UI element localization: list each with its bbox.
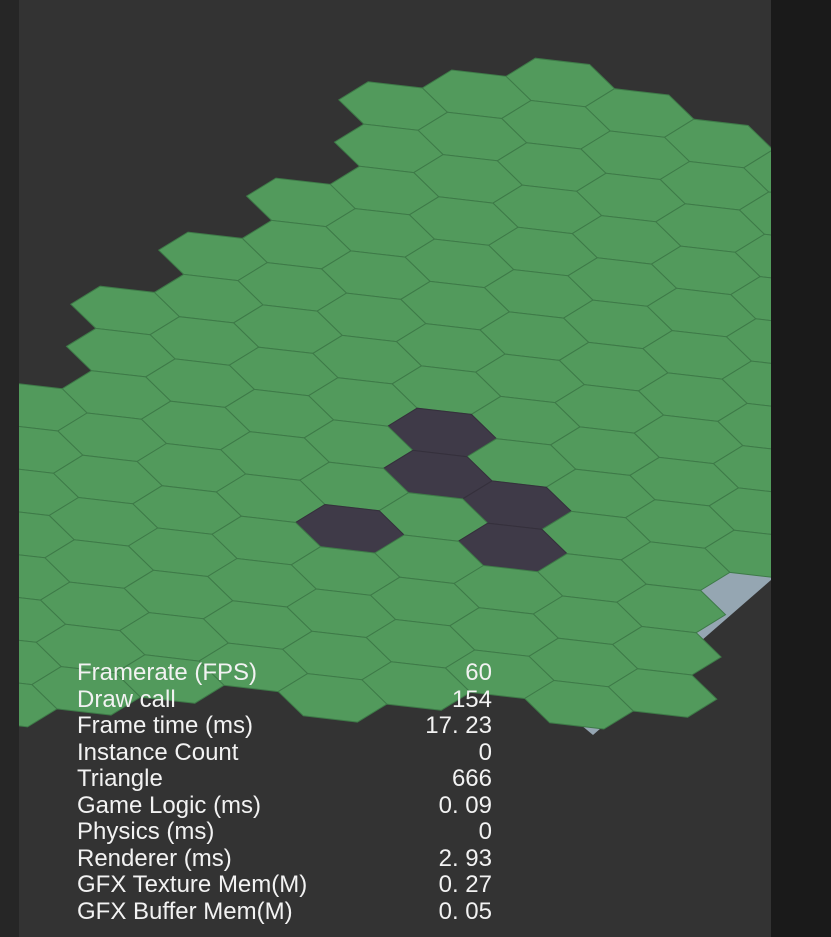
stat-row: Frame time (ms) 17. 23	[77, 712, 492, 740]
stat-row: Framerate (FPS) 60	[77, 659, 492, 687]
stat-row: Triangle 666	[77, 765, 492, 793]
stat-row: Draw call 154	[77, 685, 492, 714]
stat-label: Renderer (ms)	[77, 844, 232, 872]
stat-label: GFX Buffer Mem(M)	[77, 897, 293, 925]
stat-value: 666	[451, 765, 492, 792]
game-viewport[interactable]: Framerate (FPS) 60 Draw call 154 Frame t…	[19, 0, 771, 937]
stat-row: Physics (ms) 0	[77, 818, 492, 846]
stat-value: 17. 23	[425, 712, 492, 739]
stat-label: Triangle	[77, 765, 163, 792]
stat-row: Renderer (ms) 2. 93	[77, 844, 492, 873]
stat-row: GFX Texture Mem(M) 0. 27	[77, 871, 492, 899]
stat-row: Game Logic (ms) 0. 09	[77, 791, 492, 820]
stat-value: 2. 93	[438, 844, 492, 872]
debug-stats-panel: Framerate (FPS) 60 Draw call 154 Frame t…	[77, 659, 492, 926]
stat-label: Game Logic (ms)	[77, 791, 262, 819]
left-panel-edge	[0, 0, 19, 937]
stat-label: Draw call	[77, 685, 176, 713]
stat-row: Instance Count 0	[77, 738, 492, 767]
stat-label: Physics (ms)	[77, 818, 215, 845]
stat-value: 60	[465, 659, 492, 686]
right-panel-edge	[771, 0, 831, 937]
stat-value: 154	[451, 685, 492, 713]
stat-value: 0. 27	[438, 871, 492, 898]
stat-label: GFX Texture Mem(M)	[77, 871, 308, 898]
stat-value: 0. 09	[438, 791, 492, 819]
stat-value: 0. 05	[438, 897, 492, 925]
stat-value: 0	[478, 738, 492, 766]
stat-label: Frame time (ms)	[77, 712, 253, 739]
stat-label: Framerate (FPS)	[77, 659, 258, 686]
stat-value: 0	[478, 818, 492, 845]
stat-row: GFX Buffer Mem(M) 0. 05	[77, 897, 492, 926]
stat-label: Instance Count	[77, 738, 239, 766]
